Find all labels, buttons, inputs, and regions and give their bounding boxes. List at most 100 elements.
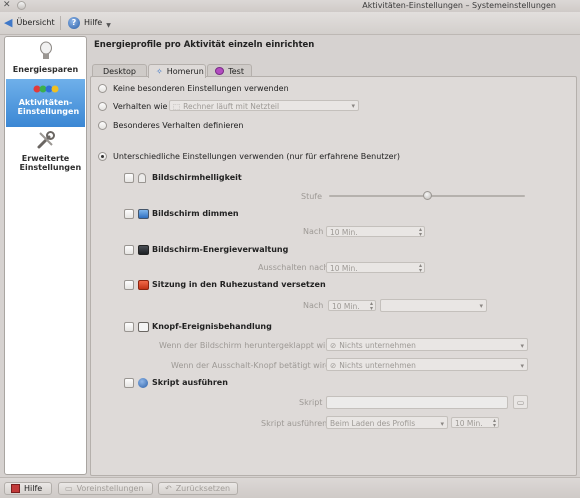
lid-closed-select[interactable]: ⊘ Nichts unternehmen ▾ bbox=[326, 338, 528, 351]
window-title: Aktivitäten-Einstellungen – Systemeinste… bbox=[362, 1, 556, 10]
radio-no-special[interactable] bbox=[98, 84, 107, 93]
help-book-icon bbox=[11, 484, 20, 493]
script-icon bbox=[138, 378, 148, 388]
off-after-spinbox[interactable]: 10 Min. ▴ ▾ bbox=[326, 262, 425, 273]
overview-button[interactable]: ◀ Übersicht bbox=[4, 15, 55, 30]
radio-separate-settings[interactable] bbox=[98, 152, 107, 161]
radio-behave-like[interactable] bbox=[98, 102, 107, 111]
sidebar: Energiesparen Aktivitäten-Einstellungen … bbox=[4, 36, 87, 475]
checkbox-energy-management[interactable] bbox=[124, 245, 134, 255]
defaults-button[interactable]: ▭ Voreinstellungen bbox=[58, 482, 153, 495]
label-off-after: Ausschalten nach bbox=[258, 263, 329, 272]
tab-homerun[interactable]: ✧ Homerun bbox=[148, 64, 206, 78]
label-dim: Bildschirm dimmen bbox=[152, 209, 239, 218]
spin-arrows-icon: ▴ ▾ bbox=[369, 300, 373, 311]
script-path-input[interactable] bbox=[326, 396, 508, 409]
toolbar-separator bbox=[60, 16, 61, 30]
label-suspend-after: Nach bbox=[303, 301, 324, 310]
spin-arrows-icon: ▴ ▾ bbox=[418, 262, 422, 273]
chevron-down-icon: ▾ bbox=[479, 302, 483, 310]
label-lid-closed: Wenn der Bildschirm heruntergeklappt wir… bbox=[159, 341, 334, 350]
help-icon: ? bbox=[68, 16, 80, 29]
folder-icon: ▭ bbox=[516, 398, 525, 407]
suspend-mode-select[interactable]: ▾ bbox=[380, 299, 487, 312]
close-icon[interactable]: ✕ bbox=[3, 0, 12, 10]
label-script: Skript bbox=[299, 398, 323, 407]
toolbar: ◀ Übersicht ? Hilfe ▼ bbox=[0, 12, 580, 35]
lightbulb-icon bbox=[138, 173, 146, 183]
run-script-when-value: Beim Laden des Profils bbox=[330, 419, 416, 428]
lid-closed-value: Nichts unternehmen bbox=[339, 341, 416, 350]
defaults-icon: ▭ bbox=[65, 484, 73, 493]
eye-icon bbox=[215, 67, 225, 75]
dim-after-value: 10 Min. bbox=[330, 228, 358, 237]
tab-label: Desktop bbox=[103, 66, 136, 76]
chevron-down-icon: ▼ bbox=[106, 21, 111, 29]
power-button-value: Nichts unternehmen bbox=[339, 361, 416, 370]
checkbox-run-script[interactable] bbox=[124, 378, 134, 388]
power-button-select[interactable]: ⊘ Nichts unternehmen ▾ bbox=[326, 358, 528, 371]
help-label: Hilfe bbox=[84, 18, 103, 27]
label-button-events: Knopf-Ereignisbehandlung bbox=[152, 322, 272, 331]
sidebar-item-label: Energiesparen bbox=[12, 65, 79, 74]
label-energy-management: Bildschirm-Energieverwaltung bbox=[152, 245, 289, 254]
sidebar-item-activities[interactable]: Aktivitäten-Einstellungen bbox=[6, 79, 85, 127]
help-button[interactable]: Hilfe bbox=[4, 482, 52, 495]
title-bar: ✕ Aktivitäten-Einstellungen – Systemeins… bbox=[0, 0, 580, 12]
sidebar-item-advanced[interactable]: Erweiterte Einstellungen bbox=[6, 130, 85, 172]
off-after-value: 10 Min. bbox=[330, 264, 358, 273]
help-button-label: Hilfe bbox=[24, 484, 43, 493]
spin-arrows-icon: ▴ ▾ bbox=[492, 417, 496, 428]
radio-special-behavior[interactable] bbox=[98, 121, 107, 130]
reset-icon: ↶ bbox=[165, 484, 172, 493]
overview-label: Übersicht bbox=[16, 18, 55, 27]
checkbox-suspend[interactable] bbox=[124, 280, 134, 290]
label-dim-after: Nach bbox=[303, 227, 324, 236]
back-arrow-icon: ◀ bbox=[4, 16, 13, 29]
sidebar-item-label: Erweiterte Einstellungen bbox=[19, 154, 82, 172]
sidebar-item-energy-saving[interactable]: Energiesparen bbox=[6, 41, 85, 77]
checkbox-brightness[interactable] bbox=[124, 173, 134, 183]
tab-label: Test bbox=[228, 66, 244, 76]
label-behave-like: Verhalten wie bbox=[113, 102, 168, 111]
chevron-down-icon: ▾ bbox=[440, 420, 444, 428]
label-brightness-level: Stufe bbox=[301, 192, 323, 201]
window-menu-icon[interactable] bbox=[17, 1, 26, 10]
tab-label: Homerun bbox=[166, 67, 204, 76]
run-script-after-value: 10 Min. bbox=[455, 419, 483, 428]
reset-button[interactable]: ↶ Zurücksetzen bbox=[158, 482, 238, 495]
behave-like-select[interactable]: ⬚ Rechner läuft mit Netzteil ▾ bbox=[169, 100, 359, 111]
activity-icon: ✧ bbox=[156, 67, 163, 76]
activities-icon bbox=[33, 85, 58, 93]
label-no-special: Keine besonderen Einstellungen verwenden bbox=[113, 84, 289, 93]
no-action-icon: ⊘ bbox=[330, 341, 337, 350]
label-suspend: Sitzung in den Ruhezustand versetzen bbox=[152, 280, 326, 289]
tools-icon bbox=[37, 131, 55, 149]
label-run-script: Skript ausführen bbox=[152, 378, 228, 387]
defaults-button-label: Voreinstellungen bbox=[76, 484, 144, 493]
label-run-script-when: Skript ausführen bbox=[261, 419, 328, 428]
reset-button-label: Zurücksetzen bbox=[175, 484, 231, 493]
dim-after-spinbox[interactable]: 10 Min. ▴ ▾ bbox=[326, 226, 425, 237]
browse-button[interactable]: ▭ bbox=[513, 395, 528, 409]
no-action-icon: ⊘ bbox=[330, 361, 337, 370]
power-icon: ⬚ bbox=[173, 102, 181, 111]
checkbox-dim[interactable] bbox=[124, 209, 134, 219]
spin-arrows-icon: ▴ ▾ bbox=[418, 226, 422, 237]
run-script-after-spinbox[interactable]: 10 Min. ▴ ▾ bbox=[451, 417, 499, 428]
screen-icon bbox=[138, 209, 149, 219]
keyboard-icon bbox=[138, 322, 149, 332]
monitor-icon bbox=[138, 245, 149, 255]
behave-like-value: Rechner läuft mit Netzteil bbox=[183, 102, 280, 111]
run-script-when-select[interactable]: Beim Laden des Profils ▾ bbox=[326, 416, 448, 429]
help-menu-button[interactable]: ? Hilfe ▼ bbox=[68, 15, 111, 30]
chevron-down-icon: ▾ bbox=[351, 102, 355, 110]
lightbulb-icon bbox=[39, 41, 52, 59]
brightness-slider-handle[interactable] bbox=[422, 191, 432, 200]
suspend-after-spinbox[interactable]: 10 Min. ▴ ▾ bbox=[328, 300, 376, 311]
sidebar-item-label: Aktivitäten-Einstellungen bbox=[17, 98, 80, 116]
chevron-down-icon: ▾ bbox=[520, 362, 524, 370]
chevron-down-icon: ▾ bbox=[520, 342, 524, 350]
bottom-bar: Hilfe ▭ Voreinstellungen ↶ Zurücksetzen bbox=[0, 477, 580, 498]
checkbox-button-events[interactable] bbox=[124, 322, 134, 332]
